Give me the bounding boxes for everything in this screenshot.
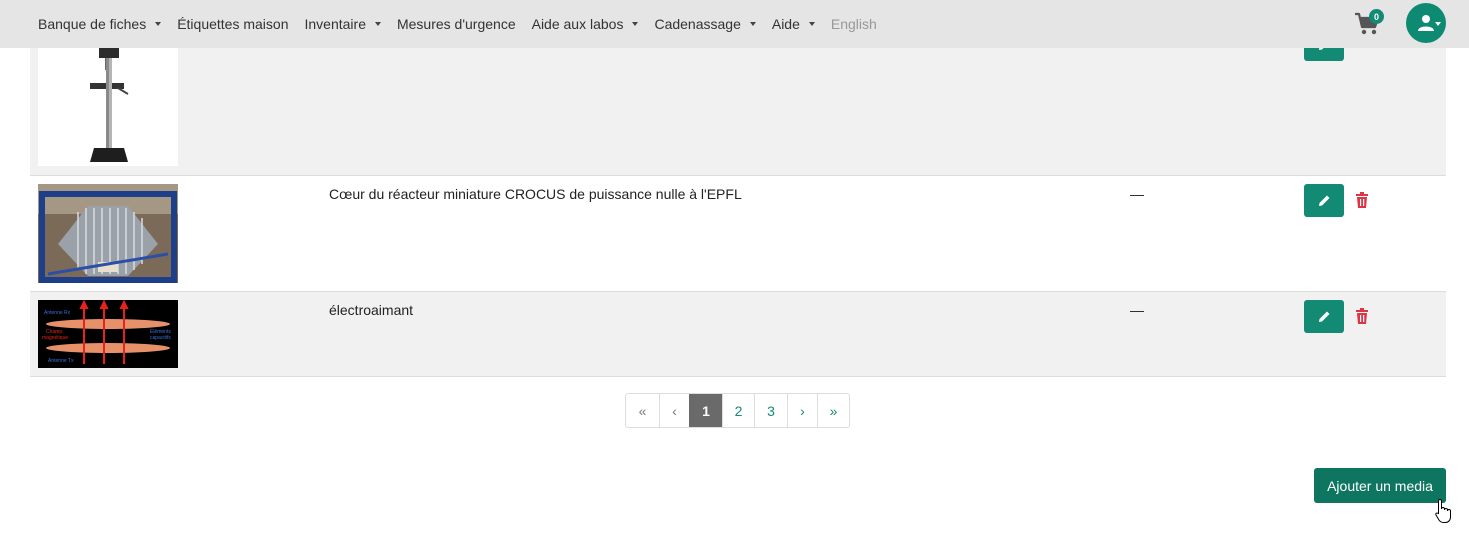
cart-button[interactable]: 0 — [1354, 9, 1386, 39]
edit-button[interactable] — [1304, 300, 1344, 333]
svg-text:capacitifs: capacitifs — [150, 335, 171, 341]
pagination-page-3[interactable]: 3 — [754, 394, 787, 427]
media-title: Cœur du réacteur miniature CROCUS de pui… — [329, 186, 742, 202]
nav-item-banque-de-fiches[interactable]: Banque de fiches — [30, 0, 169, 48]
add-media-button[interactable]: Ajouter un media — [1314, 468, 1446, 503]
hand-pointer-cursor-icon — [1435, 498, 1451, 523]
pagination-prev[interactable]: ‹ — [659, 394, 689, 427]
pagination-page-1[interactable]: 1 — [689, 394, 722, 427]
delete-button[interactable] — [1355, 308, 1369, 324]
media-row: Antenne Rx Champ magnétique Éléments cap… — [30, 292, 1446, 377]
nav-item-aide-aux-labos[interactable]: Aide aux labos — [524, 0, 647, 48]
pagination-last[interactable]: » — [817, 394, 849, 427]
nav-item-etiquettes-maison[interactable]: Étiquettes maison — [169, 0, 296, 48]
nav-menu: Banque de fiches Étiquettes maison Inven… — [30, 0, 885, 48]
nav-item-aide[interactable]: Aide — [764, 0, 823, 48]
delete-button[interactable] — [1355, 192, 1369, 208]
caret-down-icon — [632, 22, 639, 26]
nav-item-label: Aide aux labos — [531, 16, 624, 32]
caret-down-icon — [808, 22, 815, 26]
caret-down-icon — [155, 22, 162, 26]
pagination-first[interactable]: « — [626, 394, 659, 427]
media-value: — — [1130, 302, 1144, 318]
caret-down-icon — [749, 22, 756, 26]
nav-item-cadenassage[interactable]: Cadenassage — [646, 0, 763, 48]
trash-icon — [1356, 308, 1368, 324]
pencil-icon — [1319, 195, 1330, 206]
nav-item-label: Inventaire — [304, 16, 366, 32]
pagination-next[interactable]: › — [787, 394, 817, 427]
nav-item-label: Mesures d'urgence — [396, 16, 516, 32]
pencil-icon — [1319, 311, 1330, 322]
top-navbar: Banque de fiches Étiquettes maison Inven… — [0, 0, 1469, 48]
nav-item-label: Banque de fiches — [38, 16, 147, 32]
media-thumbnail[interactable] — [38, 184, 178, 283]
nav-item-label: Cadenassage — [654, 16, 741, 32]
user-icon — [1418, 15, 1434, 31]
edit-button[interactable] — [1304, 184, 1344, 217]
trash-icon — [1356, 192, 1368, 208]
electromagnet-diagram: Antenne Rx Champ magnétique Éléments cap… — [38, 300, 178, 368]
cart-count-badge: 0 — [1369, 9, 1384, 24]
drill-press-photo — [38, 38, 178, 166]
nav-item-language-english[interactable]: English — [823, 0, 885, 48]
media-title: électroaimant — [329, 302, 414, 318]
nav-item-label: Étiquettes maison — [177, 16, 289, 32]
reactor-core-photo — [38, 184, 178, 283]
nav-item-label: Aide — [771, 16, 800, 32]
nav-item-label: English — [830, 16, 877, 32]
svg-text:Antenne Tx: Antenne Tx — [48, 358, 74, 364]
svg-text:Antenne Rx: Antenne Rx — [44, 310, 71, 316]
nav-item-mesures-urgence[interactable]: Mesures d'urgence — [389, 0, 524, 48]
media-thumbnail[interactable] — [38, 38, 178, 166]
caret-down-icon — [1435, 22, 1441, 26]
svg-text:magnétique: magnétique — [42, 335, 68, 341]
nav-item-inventaire[interactable]: Inventaire — [297, 0, 389, 48]
media-row: Cœur du réacteur miniature CROCUS de pui… — [30, 176, 1446, 292]
pagination-page-2[interactable]: 2 — [722, 394, 754, 427]
user-menu-button[interactable] — [1406, 3, 1446, 43]
media-value: — — [1130, 186, 1144, 202]
caret-down-icon — [374, 22, 381, 26]
svg-text:Éléments: Éléments — [150, 328, 171, 335]
media-thumbnail[interactable]: Antenne Rx Champ magnétique Éléments cap… — [38, 300, 178, 368]
pagination: « ‹ 1 2 3 › » — [625, 393, 850, 428]
